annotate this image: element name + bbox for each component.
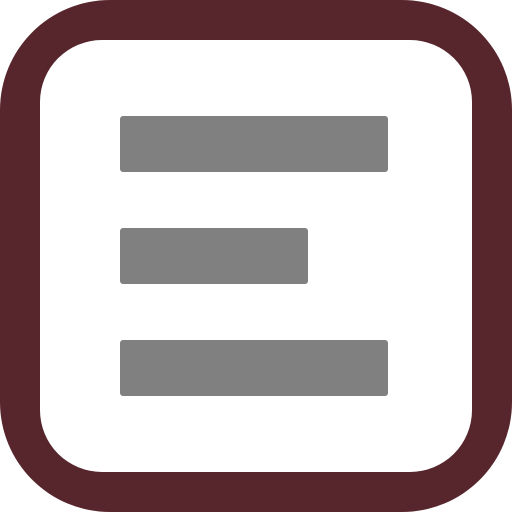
app-icon [0,0,512,512]
text-line-3 [120,340,388,396]
text-align-left-icon [0,0,512,512]
text-line-2 [120,228,308,284]
text-line-1 [120,116,388,172]
